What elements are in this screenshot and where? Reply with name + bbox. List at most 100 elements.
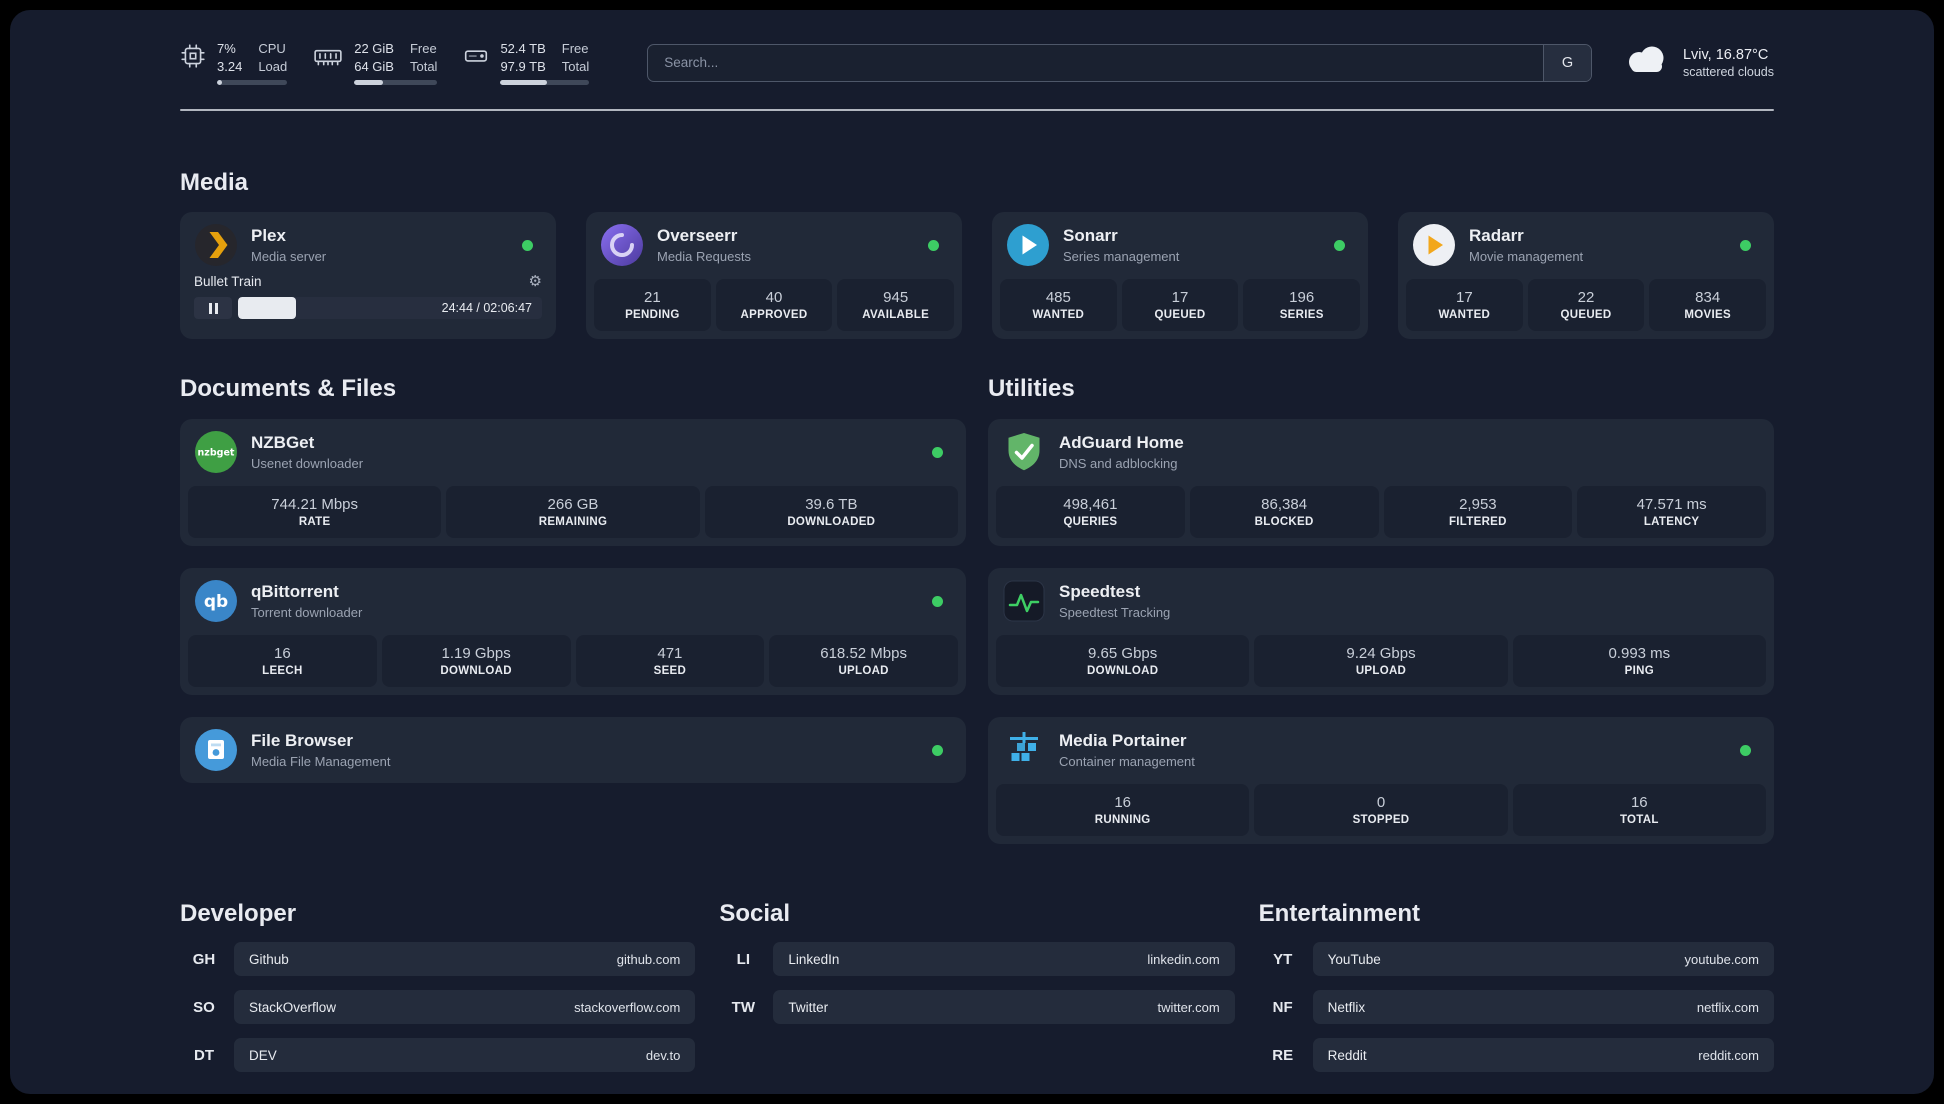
bookmark-link-dev[interactable]: DEV dev.to	[234, 1038, 696, 1073]
app-subtitle: Series management	[1063, 249, 1180, 265]
memory-free-value: 22 GiB	[354, 41, 394, 56]
stat-latency: 47.571 ms LATENCY	[1577, 486, 1766, 539]
bookmark-twitter: TW Twitter twitter.com	[719, 990, 1235, 1025]
app-subtitle: Media Requests	[657, 249, 751, 265]
stat-download: 9.65 Gbps DOWNLOAD	[996, 635, 1250, 688]
bookmark-youtube: YT YouTube youtube.com	[1259, 942, 1774, 977]
utilities-column: Utilities AdGuard Home DNS and adblockin…	[988, 375, 1774, 845]
stat-rate: 744.21 Mbps RATE	[188, 486, 442, 539]
search-engine-button[interactable]: G	[1542, 44, 1591, 81]
bookmark-stackoverflow: SO StackOverflow stackoverflow.com	[180, 990, 696, 1025]
app-subtitle: Torrent downloader	[251, 605, 363, 621]
qbittorrent-card[interactable]: qb qBittorrent Torrent downloader 16 LEEC…	[180, 568, 966, 696]
app-title: Plex	[251, 226, 286, 246]
dashboard-panel: 7% 3.24 CPU Load 22 GiB 64 GiB Free Tota…	[10, 10, 1934, 1094]
stat-filtered: 2,953 FILTERED	[1383, 486, 1573, 539]
playback-progress[interactable]: 24:44 / 02:06:47	[238, 297, 542, 320]
memory-icon	[313, 43, 343, 69]
app-title: qBittorrent	[251, 582, 339, 602]
cpu-load-value: 3.24	[217, 58, 243, 74]
app-subtitle: Usenet downloader	[251, 456, 364, 472]
section-heading-utilities: Utilities	[988, 375, 1075, 403]
app-title: Speedtest	[1059, 582, 1141, 602]
status-dot	[928, 239, 939, 251]
filebrowser-card[interactable]: File Browser Media File Management	[180, 717, 966, 784]
playback-time: 24:44 / 02:06:47	[441, 301, 532, 316]
sonarr-icon	[1006, 223, 1050, 267]
plex-card[interactable]: Plex Media server Bullet Train ⚙ 24:44 /…	[180, 212, 556, 340]
status-dot	[1740, 239, 1751, 251]
stat-available: 945 AVAILABLE	[837, 279, 955, 332]
weather-widget: Lviv, 16.87°C scattered clouds	[1624, 45, 1774, 80]
overseerr-card[interactable]: Overseerr Media Requests 21 PENDING 40 APP…	[586, 212, 962, 340]
app-subtitle: Movie management	[1469, 249, 1584, 265]
bookmark-abbr: SO	[193, 998, 215, 1016]
cpu-label: CPU	[258, 41, 286, 56]
app-subtitle: DNS and adblocking	[1059, 456, 1178, 472]
nzbget-card[interactable]: nzbget NZBGet Usenet downloader 744.21 M…	[180, 419, 966, 547]
bookmark-link-github[interactable]: Github github.com	[234, 942, 696, 977]
bookmark-link-reddit[interactable]: Reddit reddit.com	[1312, 1038, 1774, 1073]
media-row: Plex Media server Bullet Train ⚙ 24:44 /…	[180, 212, 1774, 340]
speedtest-card[interactable]: Speedtest Speedtest Tracking 9.65 Gbps DO…	[988, 568, 1774, 696]
bookmark-reddit: RE Reddit reddit.com	[1259, 1038, 1774, 1073]
header-divider	[180, 109, 1774, 112]
stat-wanted: 17 WANTED	[1406, 279, 1523, 332]
disk-total-label: Total	[561, 58, 590, 74]
stat-seed: 471 SEED	[575, 635, 765, 688]
bookmark-abbr: RE	[1272, 1046, 1294, 1064]
disk-free-label: Free	[561, 41, 589, 56]
adguard-card[interactable]: AdGuard Home DNS and adblocking 498,461 Q…	[988, 419, 1774, 547]
app-subtitle: Media File Management	[251, 754, 391, 770]
bookmark-link-twitter[interactable]: Twitter twitter.com	[773, 990, 1235, 1025]
bookmark-abbr: GH	[192, 950, 216, 968]
portainer-card[interactable]: Media Portainer Container management 16 R…	[988, 717, 1774, 845]
stat-movies: 834 MOVIES	[1649, 279, 1767, 332]
developer-column: Developer GH Github github.com SO StackO…	[180, 900, 696, 1073]
status-dot	[1740, 744, 1751, 756]
app-title: File Browser	[251, 731, 354, 751]
cloud-icon	[1624, 45, 1670, 80]
qbittorrent-icon: qb	[194, 579, 238, 623]
bookmark-link-stackoverflow[interactable]: StackOverflow stackoverflow.com	[234, 990, 696, 1025]
svg-text:nzbget: nzbget	[198, 448, 235, 459]
app-title: Sonarr	[1063, 226, 1118, 246]
cpu-load-label: Load	[258, 58, 288, 74]
app-title: NZBGet	[251, 433, 315, 453]
bookmark-link-netflix[interactable]: Netflix netflix.com	[1312, 990, 1774, 1025]
search-input[interactable]	[648, 44, 1543, 81]
stat-downloaded: 39.6 TB DOWNLOADED	[704, 486, 958, 539]
svg-text:qb: qb	[204, 592, 228, 612]
section-heading-social: Social	[719, 900, 791, 928]
stat-total: 16 TOTAL	[1512, 784, 1766, 837]
stat-upload: 9.24 Gbps UPLOAD	[1254, 635, 1508, 688]
section-heading-entertainment: Entertainment	[1258, 900, 1421, 928]
bookmark-abbr: NF	[1272, 998, 1293, 1016]
stat-pending: 21 PENDING	[594, 279, 711, 332]
sonarr-card[interactable]: Sonarr Series management 485 WANTED 17 QUE…	[992, 212, 1368, 340]
speedtest-icon	[1002, 579, 1046, 623]
memory-total-label: Total	[409, 58, 438, 74]
stat-queued: 22 QUEUED	[1527, 279, 1645, 332]
bookmark-abbr: DT	[194, 1046, 214, 1064]
bookmark-link-youtube[interactable]: YouTube youtube.com	[1312, 942, 1774, 977]
gear-icon[interactable]: ⚙	[529, 274, 542, 289]
section-heading-developer: Developer	[180, 900, 297, 928]
radarr-icon	[1412, 223, 1456, 267]
section-heading-media: Media	[180, 169, 249, 197]
bookmark-link-linkedin[interactable]: LinkedIn linkedin.com	[773, 942, 1235, 977]
stat-series: 196 SERIES	[1243, 279, 1361, 332]
radarr-card[interactable]: Radarr Movie management 17 WANTED 22 QUEUE…	[1398, 212, 1774, 340]
status-dot	[932, 446, 943, 458]
app-subtitle: Speedtest Tracking	[1059, 605, 1171, 621]
topbar: 7% 3.24 CPU Load 22 GiB 64 GiB Free Tota…	[10, 10, 1934, 86]
pause-button[interactable]	[194, 297, 232, 320]
dashboard-content: Media Plex Media server Bullet Train ⚙ 2…	[10, 169, 1934, 1094]
app-subtitle: Media server	[251, 249, 327, 265]
portainer-icon	[1002, 728, 1046, 772]
now-playing-title: Bullet Train	[194, 274, 262, 290]
cpu-widget: 7% 3.24 CPU Load	[180, 40, 288, 86]
cpu-progress-bar	[217, 80, 288, 86]
stat-ping: 0.993 ms PING	[1512, 635, 1766, 688]
weather-condition: scattered clouds	[1682, 64, 1774, 79]
